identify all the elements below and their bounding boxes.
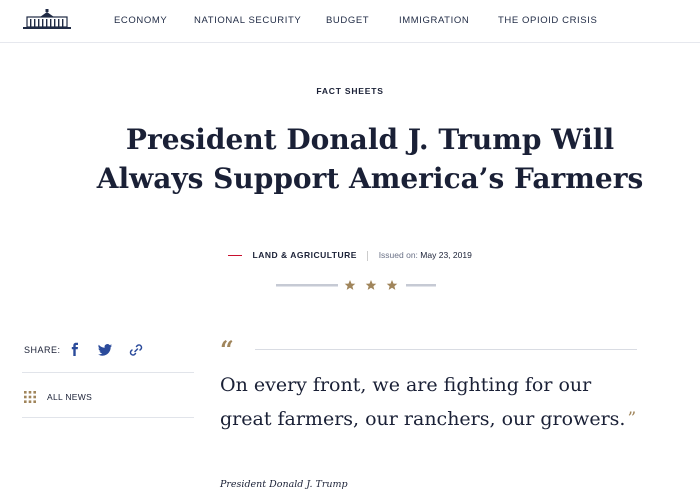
white-house-logo-icon[interactable]: [22, 8, 72, 30]
issued-label: Issued on:: [378, 250, 418, 260]
facebook-icon[interactable]: [67, 342, 83, 358]
all-news-label: ALL NEWS: [47, 392, 93, 402]
article-eyebrow[interactable]: FACT SHEETS: [0, 86, 700, 96]
pull-quote-text: On every front, we are fighting for our …: [220, 374, 626, 430]
nav-item-national-security[interactable]: NATIONAL SECURITY: [194, 15, 301, 26]
grid-icon: [24, 391, 36, 403]
pull-quote: On every front, we are fighting for our …: [220, 368, 640, 436]
category-dash: [228, 255, 243, 257]
nav-item-opioid-crisis[interactable]: THE OPIOID CRISIS: [498, 15, 597, 26]
nav-item-economy[interactable]: ECONOMY: [114, 15, 167, 26]
sidebar: SHARE: ALL NEWS: [22, 336, 194, 418]
twitter-icon[interactable]: [97, 342, 113, 358]
all-news-link[interactable]: ALL NEWS: [22, 373, 194, 418]
nav-item-immigration[interactable]: IMMIGRATION: [399, 15, 469, 26]
nav-item-budget[interactable]: BUDGET: [326, 15, 369, 26]
share-row: SHARE:: [22, 336, 194, 373]
star-icon: [344, 280, 398, 290]
page-title: President Donald J. Trump Will Always Su…: [96, 123, 644, 195]
meta-divider: [367, 250, 369, 261]
open-quote-icon: “: [220, 335, 234, 364]
top-navigation: ECONOMY NATIONAL SECURITY BUDGET IMMIGRA…: [0, 0, 700, 43]
article-meta: LAND & AGRICULTURE Issued on: May 23, 20…: [0, 250, 700, 264]
quote-attribution: President Donald J. Trump: [220, 479, 348, 490]
stars-divider: [276, 280, 436, 290]
category-link[interactable]: LAND & AGRICULTURE: [253, 250, 357, 260]
share-label: SHARE:: [24, 345, 61, 355]
issued-date: May 23, 2019: [420, 250, 472, 260]
quote-divider: [255, 349, 637, 350]
link-icon[interactable]: [128, 342, 144, 358]
close-quote-icon: ”: [627, 409, 637, 429]
